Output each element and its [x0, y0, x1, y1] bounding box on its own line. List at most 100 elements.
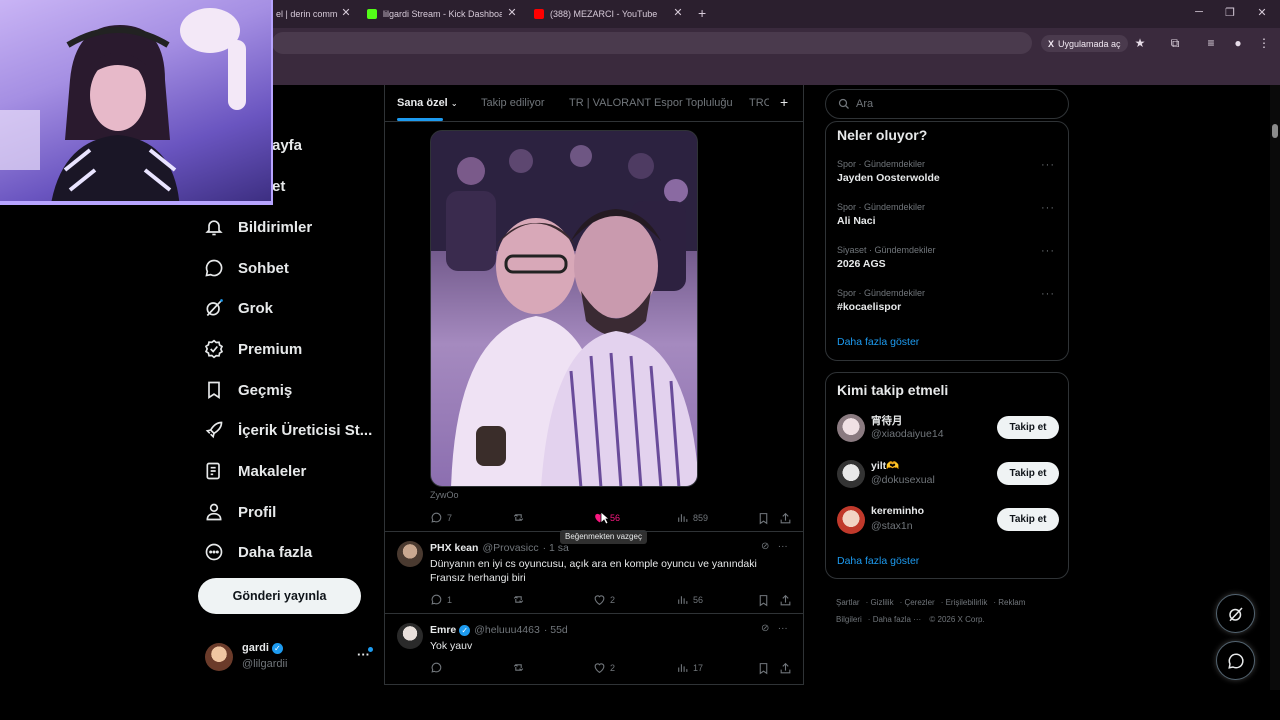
author-handle[interactable]: @heluuu4463 [474, 624, 540, 636]
nav-item-grok[interactable]: Grok [204, 294, 273, 322]
minimize-icon[interactable]: ─ [1191, 6, 1207, 18]
reply-button[interactable] [430, 661, 447, 674]
nav-item-explore[interactable]: et [272, 172, 285, 200]
repost-button[interactable] [512, 593, 529, 606]
messages-fab-button[interactable] [1216, 641, 1255, 680]
search-input[interactable]: Ara [825, 89, 1069, 119]
like-button[interactable]: 2 [593, 593, 615, 606]
trend-item[interactable]: Siyaset · Gündemdekiler 2026 AGS ··· [837, 245, 1061, 277]
browser-tab-youtube[interactable]: (388) MEZARCI - YouTube [534, 3, 669, 25]
tab-trc[interactable]: TRC [749, 97, 769, 109]
author-name[interactable]: PHX kean [430, 542, 478, 554]
repost-button[interactable] [512, 661, 529, 674]
reply-button[interactable]: 1 [430, 593, 452, 606]
views-button[interactable]: 859 [676, 511, 708, 524]
avatar[interactable] [397, 541, 423, 567]
grok-explain-icon[interactable]: ⊘ [761, 541, 769, 552]
window-close-icon[interactable]: ✕ [1254, 6, 1270, 19]
show-more-link[interactable]: Daha fazla göster [837, 555, 919, 567]
tab-valorant-community[interactable]: TR | VALORANT Espor Topluluğu [569, 97, 733, 109]
browser-tab-kick[interactable]: lilgardi Stream - Kick Dashboard [367, 3, 502, 25]
footer-link-accessibility[interactable]: Erişilebilirlik [946, 598, 988, 607]
follow-button[interactable]: Takip et [997, 462, 1059, 485]
share-icon[interactable] [779, 594, 792, 607]
avatar[interactable] [837, 414, 865, 442]
footer-link-privacy[interactable]: Gizlilik [870, 598, 893, 607]
tab-following[interactable]: Takip ediliyor [481, 97, 545, 109]
footer-link-more[interactable]: Daha fazla ··· [873, 615, 921, 624]
trend-item[interactable]: Spor · Gündemdekiler Ali Naci ··· [837, 202, 1061, 234]
follow-button[interactable]: Takip et [997, 416, 1059, 439]
scrollbar[interactable] [1270, 85, 1280, 690]
grok-explain-icon[interactable]: ⊘ [761, 623, 769, 634]
post-image[interactable] [430, 130, 698, 487]
author-handle[interactable]: @Provasicc [482, 542, 538, 554]
open-in-app-button[interactable]: X Uygulamada aç [1041, 35, 1128, 52]
reply-button[interactable]: 7 [430, 511, 452, 524]
scrollbar-thumb[interactable] [1272, 124, 1278, 138]
grok-fab-button[interactable] [1216, 594, 1255, 633]
bookmark-star-icon[interactable]: ★ [1132, 36, 1148, 50]
more-options-icon[interactable]: ··· [778, 541, 788, 552]
follow-suggestion[interactable]: yilt🫶 @dokusexual Takip et [837, 459, 1059, 491]
nav-item-notifications[interactable]: Bildirimler [204, 213, 312, 241]
list-item[interactable]: Emre ✓ @heluuu4463 · 55d ⊘ ··· Yok yauv … [385, 613, 803, 685]
like-button[interactable]: 2 [593, 661, 615, 674]
avatar[interactable] [837, 460, 865, 488]
grok-icon [1228, 606, 1243, 621]
nav-item-premium[interactable]: Premium [204, 335, 302, 363]
nav-item-creator-studio[interactable]: İçerik Üreticisi St... [204, 416, 372, 444]
trend-item[interactable]: Spor · Gündemdekiler Jayden Oosterwolde … [837, 159, 1061, 191]
tab-close-icon[interactable]: ✕ [505, 6, 519, 19]
trend-item[interactable]: Spor · Gündemdekiler #kocaelispor ··· [837, 288, 1061, 320]
account-switcher[interactable]: gardi ✓ @lilgardii ··· [205, 641, 375, 673]
nav-item-home[interactable]: ayfa [272, 131, 302, 159]
share-icon[interactable] [779, 662, 792, 675]
restore-icon[interactable]: ❐ [1222, 6, 1238, 19]
nav-item-articles[interactable]: Makaleler [204, 457, 306, 485]
nav-item-more[interactable]: Daha fazla [204, 538, 312, 566]
add-tab-icon[interactable]: + [780, 94, 788, 110]
new-tab-icon[interactable]: + [698, 5, 706, 21]
list-item[interactable]: PHX kean @Provasicc · 1 sa ⊘ ··· Dünyanı… [385, 531, 803, 611]
tab-for-you[interactable]: Sana özel ⌄ [397, 97, 458, 109]
post-button[interactable]: Gönderi yayınla [198, 578, 361, 614]
more-options-icon[interactable]: ··· [1041, 159, 1055, 171]
suggestion-name[interactable]: yilt🫶 [871, 459, 899, 472]
views-button[interactable]: 56 [676, 593, 703, 606]
suggestion-name[interactable]: kereminho [871, 505, 924, 517]
avatar[interactable] [837, 506, 865, 534]
bookmark-icon[interactable] [757, 594, 770, 607]
suggestion-name[interactable]: 宵待月 [871, 413, 903, 428]
omnibox[interactable] [272, 32, 1032, 54]
browser-tab-discord[interactable]: el | derin commun [276, 3, 338, 25]
media-icon[interactable]: ≡ [1203, 36, 1219, 50]
more-options-icon[interactable]: ··· [1041, 288, 1055, 300]
footer-link-terms[interactable]: Şartlar [836, 598, 860, 607]
kebab-menu-icon[interactable]: ⋮ [1256, 36, 1272, 50]
share-icon[interactable] [779, 512, 792, 525]
nav-item-chat[interactable]: Sohbet [204, 254, 289, 282]
footer-link-cookies[interactable]: Çerezler [904, 598, 934, 607]
repost-button[interactable] [512, 511, 529, 524]
chat-icon [205, 259, 223, 277]
bookmark-icon[interactable] [757, 662, 770, 675]
profile-icon[interactable]: ● [1230, 36, 1246, 50]
open-in-app-label: Uygulamada aç [1058, 38, 1121, 49]
follow-suggestion[interactable]: 宵待月 @xiaodaiyue14 Takip et [837, 413, 1059, 445]
follow-button[interactable]: Takip et [997, 508, 1059, 531]
more-options-icon[interactable]: ··· [1041, 245, 1055, 257]
avatar[interactable] [397, 623, 423, 649]
nav-item-bookmarks[interactable]: Geçmiş [204, 376, 292, 404]
bookmark-icon[interactable] [757, 512, 770, 525]
more-options-icon[interactable]: ··· [1041, 202, 1055, 214]
show-more-link[interactable]: Daha fazla göster [837, 336, 919, 348]
tab-close-icon[interactable]: ✕ [339, 6, 353, 19]
author-name[interactable]: Emre [430, 624, 456, 636]
extensions-icon[interactable]: ⧉ [1167, 36, 1183, 51]
views-button[interactable]: 17 [676, 661, 703, 674]
nav-item-profile[interactable]: Profil [204, 498, 276, 526]
more-options-icon[interactable]: ··· [778, 623, 788, 634]
tab-close-icon[interactable]: ✕ [671, 6, 685, 19]
follow-suggestion[interactable]: kereminho @stax1n Takip et [837, 505, 1059, 537]
